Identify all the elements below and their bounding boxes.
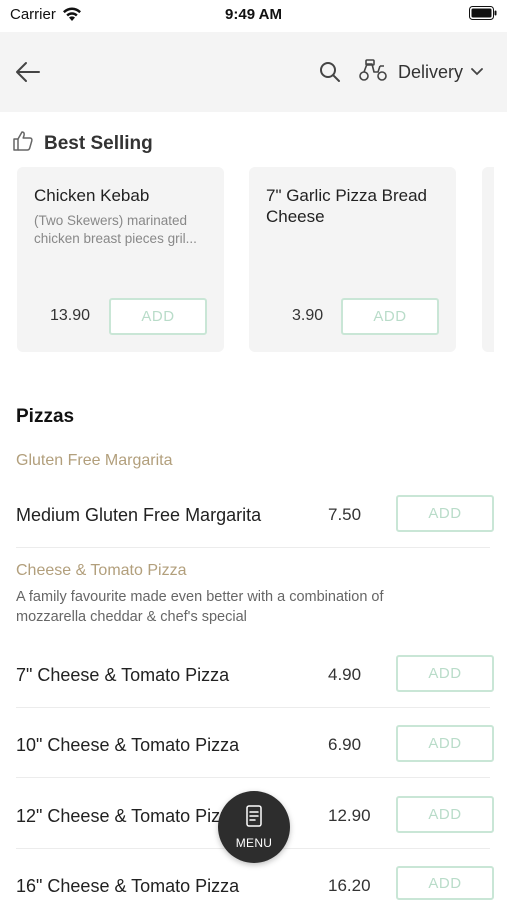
item-name: 10" Cheese & Tomato Pizza [16, 735, 240, 755]
subcategory-title: Gluten Free Margarita [16, 452, 173, 469]
divider [16, 547, 490, 548]
add-button[interactable]: ADD [396, 725, 494, 762]
best-selling-card[interactable]: Chicken Kebab (Two Skewers) marinated ch… [17, 167, 224, 352]
item-name: Medium Gluten Free Margarita [16, 505, 262, 525]
add-button[interactable]: ADD [396, 796, 494, 833]
subcategory-title: Cheese & Tomato Pizza [16, 562, 187, 579]
card-title: Chicken Kebab [34, 186, 150, 205]
menu-button[interactable]: MENU [218, 791, 290, 863]
best-selling-card[interactable]: 7" Garlic Pizza Bread Cheese 3.90 ADD [249, 167, 456, 352]
card-title: 7" Garlic Pizza Bread Cheese [266, 186, 427, 226]
status-time: 9:49 AM [225, 6, 282, 23]
battery-icon [469, 6, 497, 25]
best-selling-card-peek[interactable] [482, 167, 494, 352]
menu-button-label: MENU [235, 835, 273, 850]
subcategory-description: A family favourite made even better with… [16, 589, 384, 625]
item-name: 16" Cheese & Tomato Pizza [16, 876, 240, 896]
card-price: 13.90 [50, 307, 91, 324]
item-name: 7" Cheese & Tomato Pizza [16, 665, 230, 685]
item-price: 12.90 [328, 806, 371, 825]
thumbs-up-icon [12, 130, 34, 157]
best-selling-title: Best Selling [44, 132, 153, 154]
status-bar: Carrier 9:49 AM [0, 0, 507, 32]
add-button[interactable]: ADD [396, 655, 494, 692]
add-button[interactable]: ADD [396, 866, 494, 900]
item-name: 12" Cheese & Tomato Pizza [16, 806, 240, 826]
best-selling-heading: Best Selling [12, 130, 153, 157]
add-button[interactable]: ADD [109, 298, 207, 335]
menu-book-icon [245, 804, 263, 832]
chevron-down-icon [471, 63, 483, 81]
item-price: 4.90 [328, 665, 362, 684]
back-button[interactable] [12, 56, 44, 88]
delivery-mode-selector[interactable]: Delivery [358, 54, 483, 90]
add-button[interactable]: ADD [396, 495, 494, 532]
item-price: 6.90 [328, 735, 362, 754]
card-description: (Two Skewers) marinated chicken breast p… [34, 213, 197, 246]
scooter-icon [358, 58, 388, 87]
divider [16, 777, 490, 778]
add-button[interactable]: ADD [341, 298, 439, 335]
delivery-label: Delivery [398, 61, 464, 82]
search-icon [320, 62, 340, 82]
search-button[interactable] [318, 60, 342, 84]
item-price: 7.50 [328, 505, 362, 524]
back-arrow-icon [16, 62, 40, 82]
card-price: 3.90 [292, 307, 324, 324]
divider [16, 707, 490, 708]
category-title: Pizzas [16, 406, 75, 427]
top-header: Delivery [0, 32, 507, 112]
item-price: 16.20 [328, 876, 371, 895]
